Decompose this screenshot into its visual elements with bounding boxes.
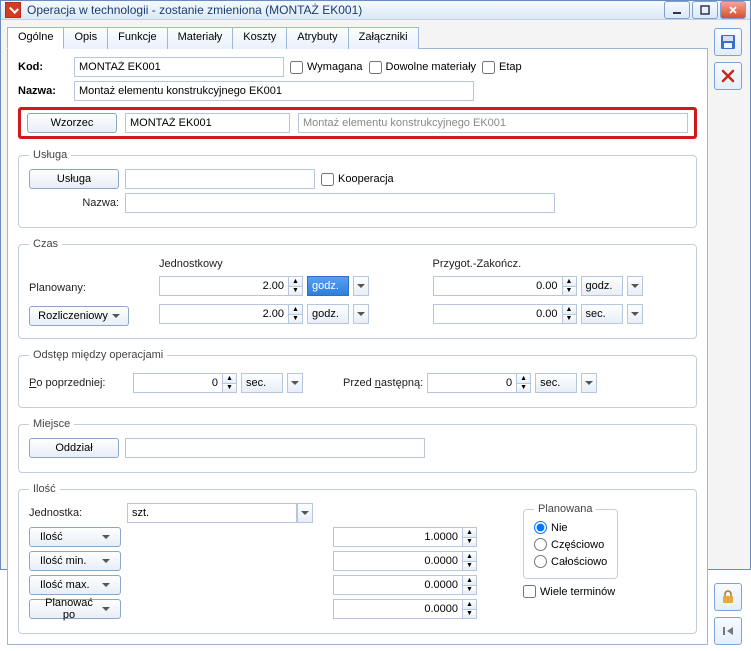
przygot-header: Przygot.-Zakończ. bbox=[433, 258, 687, 270]
wzorzec-button[interactable]: Wzorzec bbox=[27, 113, 117, 133]
czas-jedn-plan-input[interactable] bbox=[159, 276, 289, 296]
kod-label: Kod: bbox=[18, 61, 68, 73]
po-unit[interactable]: sec. bbox=[241, 373, 283, 393]
po-poprzedniej-label: Po poprzedniej: bbox=[29, 377, 129, 389]
lock-button[interactable] bbox=[714, 583, 742, 611]
wzorzec-desc bbox=[298, 113, 688, 133]
czesc-label: Częściowo bbox=[551, 539, 604, 551]
ilosc-legend: Ilość bbox=[29, 483, 60, 495]
nazwa-input[interactable] bbox=[74, 81, 474, 101]
dropdown-arrow[interactable] bbox=[287, 373, 303, 393]
save-button[interactable] bbox=[714, 28, 742, 56]
tab-koszty[interactable]: Koszty bbox=[232, 27, 287, 49]
dropdown-arrow[interactable] bbox=[353, 304, 369, 324]
kooperacja-label: Kooperacja bbox=[338, 173, 394, 185]
dropdown-arrow[interactable] bbox=[353, 276, 369, 296]
dowolne-checkbox[interactable] bbox=[369, 61, 382, 74]
wymagana-label: Wymagana bbox=[307, 61, 363, 73]
spinner[interactable]: ▲▼ bbox=[563, 276, 577, 296]
spinner[interactable]: ▲▼ bbox=[563, 304, 577, 324]
odstep-legend: Odstęp między operacjami bbox=[29, 349, 167, 361]
tabs: Ogólne Opis Funkcje Materiały Koszty Atr… bbox=[7, 26, 708, 48]
spinner[interactable]: ▲▼ bbox=[463, 551, 477, 571]
dropdown-arrow[interactable] bbox=[297, 503, 313, 523]
czas-przyg-rozl-input[interactable] bbox=[433, 304, 563, 324]
oddzial-input[interactable] bbox=[125, 438, 425, 458]
ilosc-min-button[interactable]: Ilość min. bbox=[29, 551, 121, 571]
czas-jedn-rozl-input[interactable] bbox=[159, 304, 289, 324]
etap-checkbox[interactable] bbox=[482, 61, 495, 74]
planowac-po-button[interactable]: Planować po bbox=[29, 599, 121, 619]
etap-label: Etap bbox=[499, 61, 522, 73]
planowana-legend: Planowana bbox=[534, 503, 596, 515]
dowolne-label: Dowolne materiały bbox=[386, 61, 476, 73]
minimize-button[interactable] bbox=[664, 1, 690, 19]
tab-ogolne[interactable]: Ogólne bbox=[7, 27, 64, 49]
ilosc-min-input[interactable] bbox=[333, 551, 463, 571]
planowana-czesc-radio[interactable] bbox=[534, 538, 547, 551]
spinner[interactable]: ▲▼ bbox=[289, 276, 303, 296]
dropdown-arrow[interactable] bbox=[627, 304, 643, 324]
window-title: Operacja w technologii - zostanie zmieni… bbox=[27, 3, 664, 17]
usluga-legend: Usługa bbox=[29, 149, 71, 161]
usluga-nazwa-input[interactable] bbox=[125, 193, 555, 213]
czas-jedn-plan-unit[interactable]: godz. bbox=[307, 276, 349, 296]
usluga-code-input[interactable] bbox=[125, 169, 315, 189]
planowac-po-input[interactable] bbox=[333, 599, 463, 619]
planowany-label: Planowany: bbox=[29, 282, 139, 294]
spinner[interactable]: ▲▼ bbox=[463, 575, 477, 595]
usluga-button[interactable]: Usługa bbox=[29, 169, 119, 189]
planowana-nie-radio[interactable] bbox=[534, 521, 547, 534]
spinner[interactable]: ▲▼ bbox=[517, 373, 531, 393]
przed-nastepna-label: Przed następną: bbox=[343, 377, 423, 389]
tab-atrybuty[interactable]: Atrybuty bbox=[286, 27, 348, 49]
ilosc-max-input[interactable] bbox=[333, 575, 463, 595]
spinner[interactable]: ▲▼ bbox=[289, 304, 303, 324]
ilosc-max-button[interactable]: Ilość max. bbox=[29, 575, 121, 595]
cancel-button[interactable] bbox=[714, 62, 742, 90]
usluga-nazwa-label: Nazwa: bbox=[29, 197, 119, 209]
nie-label: Nie bbox=[551, 522, 568, 534]
planowana-calosc-radio[interactable] bbox=[534, 555, 547, 568]
dropdown-arrow[interactable] bbox=[627, 276, 643, 296]
czas-przyg-plan-input[interactable] bbox=[433, 276, 563, 296]
rozliczeniowy-button[interactable]: Rozliczeniowy bbox=[29, 306, 129, 326]
czas-legend: Czas bbox=[29, 238, 62, 250]
kod-input[interactable] bbox=[74, 57, 284, 77]
app-icon bbox=[5, 2, 21, 18]
wymagana-checkbox[interactable] bbox=[290, 61, 303, 74]
kooperacja-checkbox[interactable] bbox=[321, 173, 334, 186]
ilosc-button[interactable]: Ilość bbox=[29, 527, 121, 547]
jednostkowy-header: Jednostkowy bbox=[159, 258, 413, 270]
step-back-button[interactable] bbox=[714, 617, 742, 645]
tab-funkcje[interactable]: Funkcje bbox=[107, 27, 168, 49]
spinner[interactable]: ▲▼ bbox=[463, 599, 477, 619]
wzorzec-row: Wzorzec bbox=[18, 107, 697, 139]
tab-materialy[interactable]: Materiały bbox=[167, 27, 234, 49]
jednostka-label: Jednostka: bbox=[29, 507, 121, 519]
spinner[interactable]: ▲▼ bbox=[223, 373, 237, 393]
wiele-terminow-checkbox[interactable] bbox=[523, 585, 536, 598]
przed-nastepna-input[interactable] bbox=[427, 373, 517, 393]
tab-zalaczniki[interactable]: Załączniki bbox=[348, 27, 419, 49]
czas-przyg-rozl-unit[interactable]: sec. bbox=[581, 304, 623, 324]
wiele-terminow-label: Wiele terminów bbox=[540, 586, 615, 598]
miejsce-legend: Miejsce bbox=[29, 418, 74, 430]
nazwa-label: Nazwa: bbox=[18, 85, 68, 97]
po-poprzedniej-input[interactable] bbox=[133, 373, 223, 393]
maximize-button[interactable] bbox=[692, 1, 718, 19]
dropdown-arrow[interactable] bbox=[581, 373, 597, 393]
czas-przyg-plan-unit[interactable]: godz. bbox=[581, 276, 623, 296]
calosc-label: Całościowo bbox=[551, 556, 607, 568]
wzorzec-code[interactable] bbox=[125, 113, 290, 133]
close-button[interactable] bbox=[720, 1, 746, 19]
spinner[interactable]: ▲▼ bbox=[463, 527, 477, 547]
ilosc-input[interactable] bbox=[333, 527, 463, 547]
tab-opis[interactable]: Opis bbox=[63, 27, 108, 49]
oddzial-button[interactable]: Oddział bbox=[29, 438, 119, 458]
jednostka-select[interactable] bbox=[127, 503, 297, 523]
czas-jedn-rozl-unit[interactable]: godz. bbox=[307, 304, 349, 324]
przed-unit[interactable]: sec. bbox=[535, 373, 577, 393]
